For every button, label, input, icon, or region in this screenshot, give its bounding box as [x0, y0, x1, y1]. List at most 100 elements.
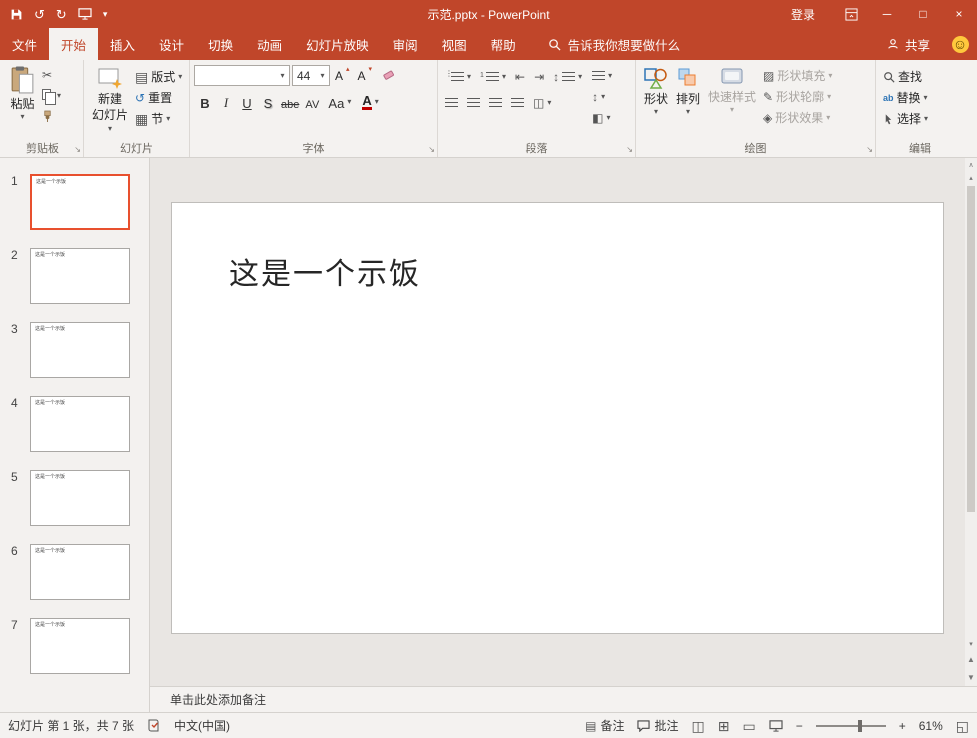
- normal-view-button[interactable]: ◫: [692, 719, 705, 733]
- arrange-button[interactable]: 排列 ▾: [672, 64, 704, 118]
- redo-button[interactable]: ↻: [56, 8, 67, 21]
- tab-review[interactable]: 审阅: [381, 28, 430, 60]
- quick-styles-button[interactable]: 快速样式 ▾: [704, 64, 760, 116]
- customize-qat-button[interactable]: ▾: [103, 10, 108, 19]
- underline-button[interactable]: U: [239, 92, 255, 111]
- new-slide-button[interactable]: 新建 幻灯片 ▾: [88, 64, 132, 135]
- clear-formatting-button[interactable]: [377, 65, 398, 86]
- font-name-select[interactable]: ▾: [194, 65, 290, 86]
- shape-outline-button[interactable]: ✎形状轮廓▾: [760, 86, 835, 107]
- scrollbar-thumb[interactable]: [967, 186, 975, 512]
- slideshow-view-button[interactable]: [769, 720, 783, 732]
- reset-button[interactable]: ↺重置: [132, 87, 185, 108]
- notes-pane[interactable]: 单击此处添加备注: [150, 686, 977, 712]
- minimize-button[interactable]: ─: [869, 0, 905, 28]
- strikethrough-button[interactable]: abe: [281, 92, 299, 111]
- bullets-button[interactable]: ▾: [442, 66, 474, 87]
- change-case-button[interactable]: Aa▾: [325, 91, 354, 112]
- tab-animations[interactable]: 动画: [245, 28, 294, 60]
- italic-button[interactable]: I: [218, 92, 234, 111]
- next-slide-button[interactable]: ▼: [965, 668, 977, 686]
- vertical-scrollbar[interactable]: ∧ ▴ ▾ ▲ ▼: [965, 158, 977, 686]
- zoom-in-button[interactable]: +: [899, 719, 906, 733]
- slide-title-text[interactable]: 这是一个示饭: [172, 203, 943, 293]
- justify-button[interactable]: [508, 92, 527, 113]
- tab-slideshow[interactable]: 幻灯片放映: [294, 28, 381, 60]
- section-button[interactable]: ▦节▾: [132, 108, 185, 129]
- slide-number-indicator[interactable]: 幻灯片 第 1 张，共 7 张: [8, 717, 134, 734]
- tab-help[interactable]: 帮助: [479, 28, 528, 60]
- format-painter-button[interactable]: [39, 106, 64, 127]
- scroll-down-button[interactable]: ▾: [965, 637, 977, 650]
- slide-thumbnail-7[interactable]: 7 这是一个示饭: [0, 618, 149, 674]
- slide-thumbnail-5[interactable]: 5 这是一个示饭: [0, 470, 149, 526]
- align-left-button[interactable]: [442, 92, 461, 113]
- tab-design[interactable]: 设计: [147, 28, 196, 60]
- font-color-button[interactable]: A▾: [359, 91, 381, 112]
- slide-thumbnail-1[interactable]: 1 这是一个示饭: [0, 174, 149, 230]
- spell-check-button[interactable]: [147, 719, 161, 732]
- font-dialog-launcher[interactable]: ↘: [428, 146, 435, 154]
- sign-in-button[interactable]: 登录: [773, 6, 833, 23]
- tell-me-search[interactable]: 告诉我你想要做什么: [548, 28, 681, 60]
- save-button[interactable]: [10, 8, 23, 21]
- slide-thumbnail-2[interactable]: 2 这是一个示饭: [0, 248, 149, 304]
- tab-file[interactable]: 文件: [0, 28, 49, 60]
- font-size-select[interactable]: 44 ▾: [292, 65, 330, 86]
- align-right-button[interactable]: [486, 92, 505, 113]
- select-button[interactable]: 选择▾: [880, 108, 931, 129]
- increase-font-size-button[interactable]: A▴: [332, 65, 353, 86]
- clipboard-dialog-launcher[interactable]: ↘: [74, 146, 81, 154]
- character-spacing-button[interactable]: AV: [304, 92, 320, 111]
- language-indicator[interactable]: 中文(中国): [174, 717, 230, 734]
- columns-button[interactable]: ◫▾: [530, 92, 554, 113]
- align-center-button[interactable]: [464, 92, 483, 113]
- zoom-level[interactable]: 61%: [919, 719, 943, 733]
- slide-thumbnail-6[interactable]: 6 这是一个示饭: [0, 544, 149, 600]
- scroll-up-button[interactable]: ▴: [965, 171, 977, 184]
- zoom-slider-thumb[interactable]: [858, 720, 862, 732]
- text-shadow-button[interactable]: S: [260, 92, 276, 111]
- share-button[interactable]: 共享: [874, 28, 943, 60]
- slide-thumbnail-panel[interactable]: 1 这是一个示饭 2 这是一个示饭 3 这是一个示饭 4 这是一个示饭 5 这是…: [0, 158, 150, 712]
- increase-indent-button[interactable]: ⇥: [531, 66, 547, 87]
- convert-smartart-button[interactable]: ◧▾: [589, 107, 615, 128]
- layout-button[interactable]: ▤版式▾: [132, 66, 185, 87]
- replace-button[interactable]: ab替换▾: [880, 87, 931, 108]
- zoom-slider[interactable]: [816, 725, 886, 727]
- tab-home[interactable]: 开始: [49, 28, 98, 60]
- slide-canvas[interactable]: 这是一个示饭: [171, 202, 944, 634]
- paste-button[interactable]: 粘贴 ▾: [6, 64, 39, 123]
- slide-sorter-view-button[interactable]: ⊞: [718, 719, 730, 733]
- comments-toggle-button[interactable]: 批注: [637, 717, 678, 734]
- cut-button[interactable]: ✂: [39, 64, 64, 85]
- feedback-smiley-button[interactable]: ☺: [943, 28, 977, 60]
- decrease-indent-button[interactable]: ⇤: [512, 66, 528, 87]
- slide-thumbnail-4[interactable]: 4 这是一个示饭: [0, 396, 149, 452]
- tab-view[interactable]: 视图: [430, 28, 479, 60]
- collapse-ribbon-button[interactable]: ∧: [965, 158, 977, 171]
- scrollbar-track[interactable]: [965, 184, 977, 637]
- drawing-dialog-launcher[interactable]: ↘: [866, 146, 873, 154]
- shapes-button[interactable]: 形状 ▾: [640, 64, 672, 118]
- decrease-font-size-button[interactable]: A▾: [355, 65, 376, 86]
- maximize-button[interactable]: □: [905, 0, 941, 28]
- text-direction-button[interactable]: ▾: [589, 65, 615, 86]
- tab-transitions[interactable]: 切换: [196, 28, 245, 60]
- shape-fill-button[interactable]: ▨形状填充▾: [760, 65, 835, 86]
- previous-slide-button[interactable]: ▲: [965, 650, 977, 668]
- bold-button[interactable]: B: [197, 92, 213, 111]
- copy-button[interactable]: ▾: [39, 85, 64, 106]
- line-spacing-button[interactable]: ↕▾: [550, 66, 585, 87]
- fit-to-window-button[interactable]: ◱: [956, 719, 969, 733]
- numbering-button[interactable]: ▾: [477, 66, 509, 87]
- close-button[interactable]: ×: [941, 0, 977, 28]
- notes-toggle-button[interactable]: ▤备注: [585, 717, 624, 734]
- start-slideshow-button[interactable]: [78, 8, 92, 20]
- reading-view-button[interactable]: ▭: [742, 719, 755, 733]
- paragraph-dialog-launcher[interactable]: ↘: [626, 146, 633, 154]
- ribbon-display-options-button[interactable]: [833, 0, 869, 28]
- find-button[interactable]: 查找: [880, 66, 931, 87]
- slide-thumbnail-3[interactable]: 3 这是一个示饭: [0, 322, 149, 378]
- zoom-out-button[interactable]: −: [796, 719, 803, 733]
